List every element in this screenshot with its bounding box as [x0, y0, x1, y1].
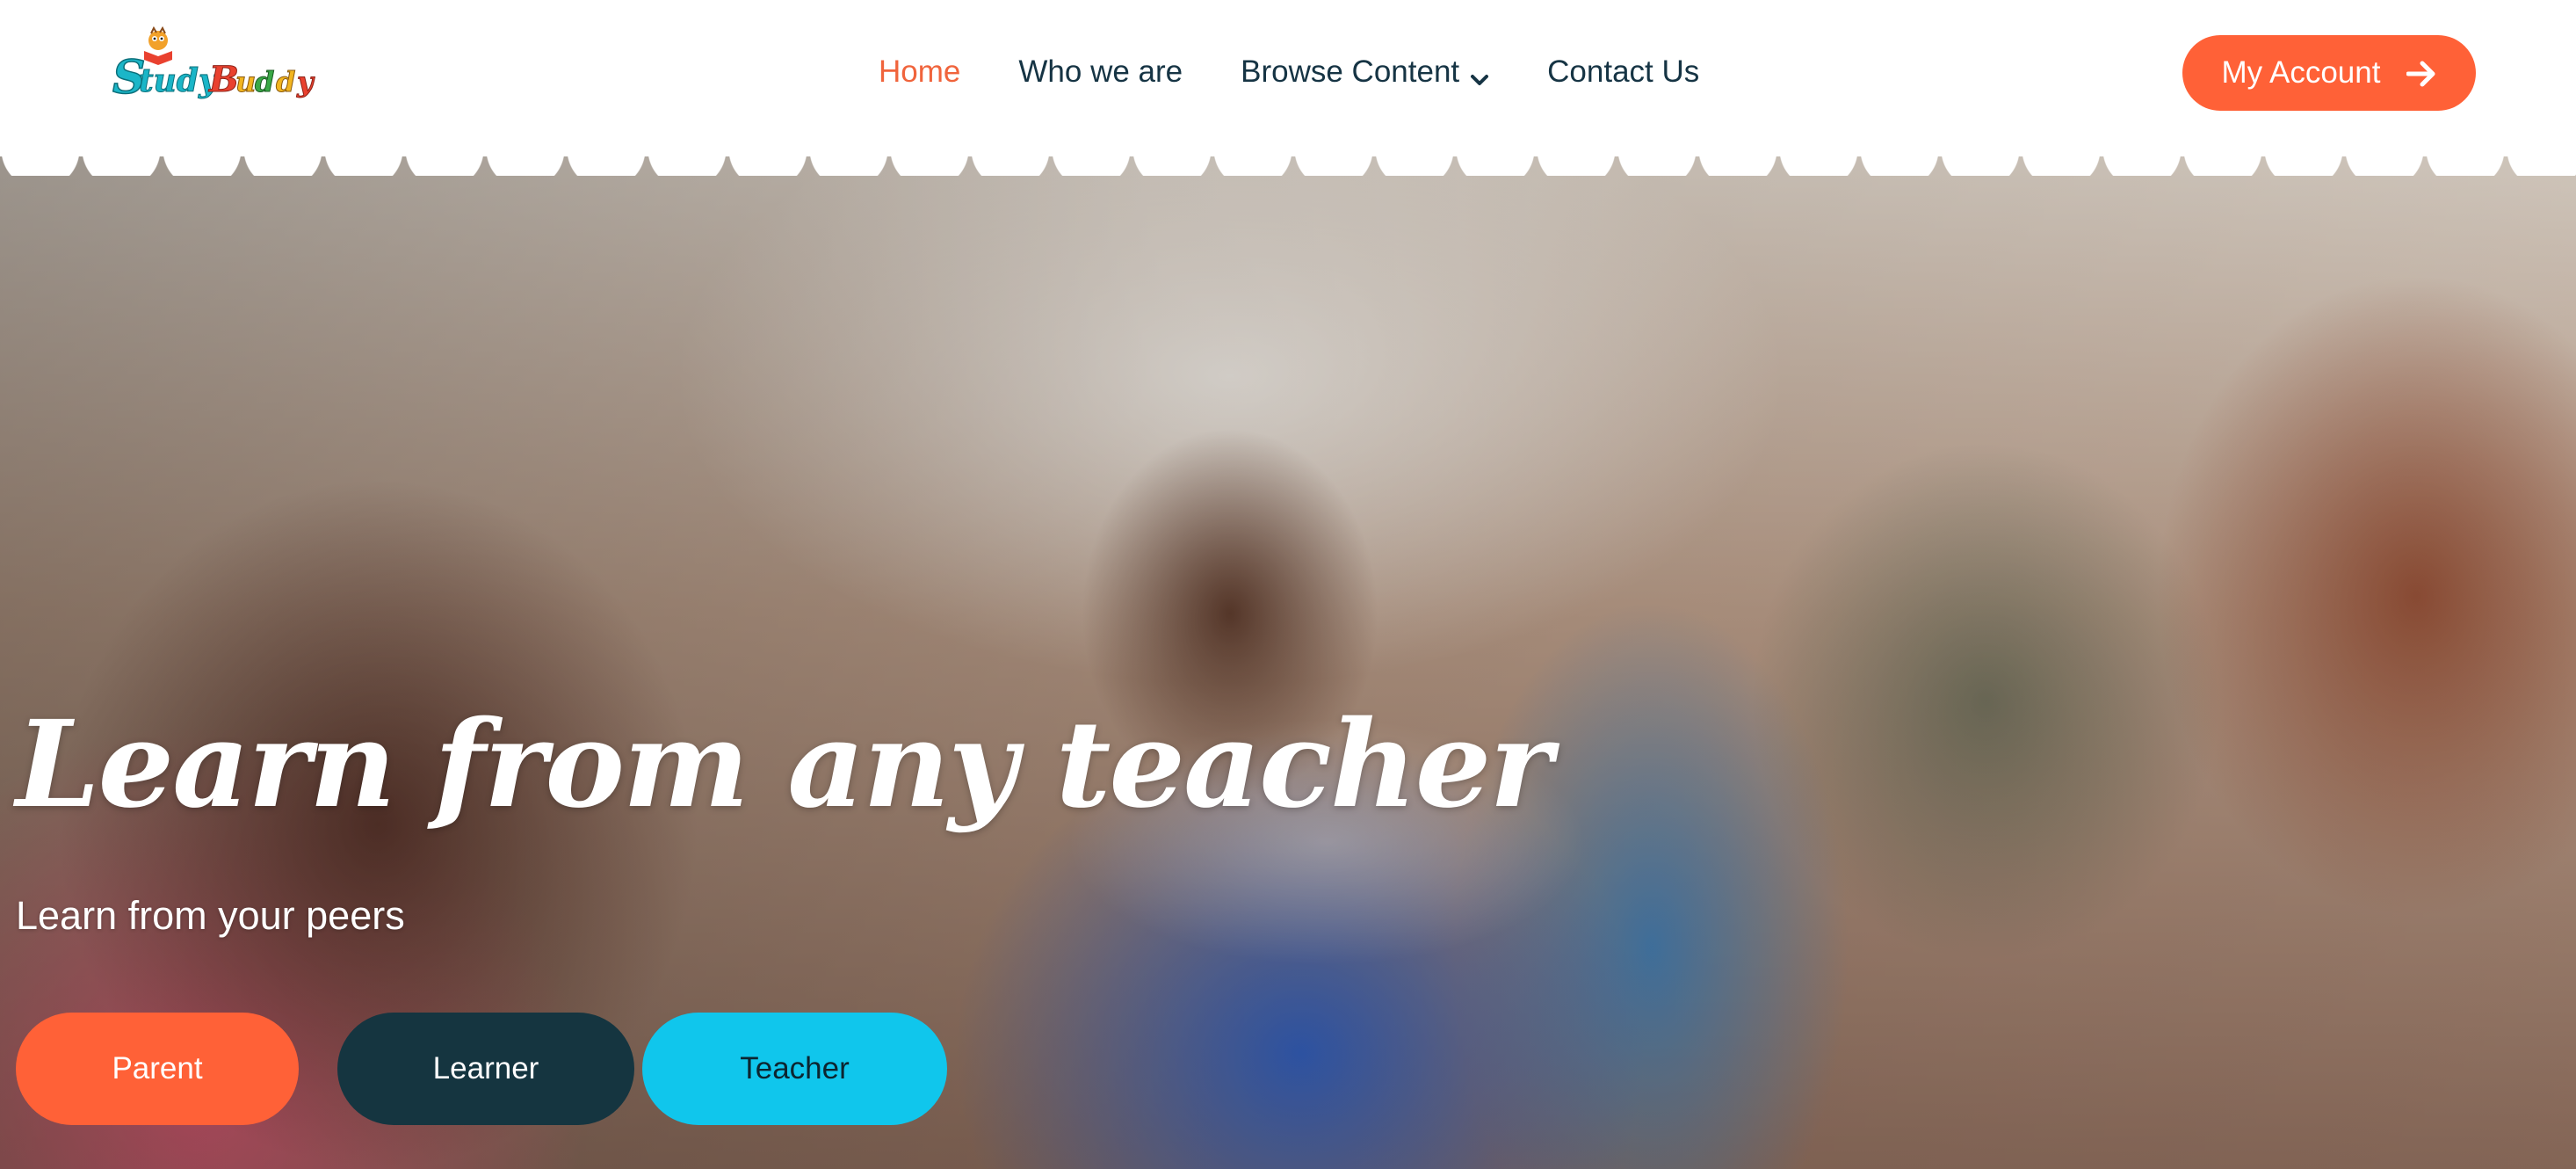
svg-text:B: B — [208, 59, 239, 100]
nav-item-label: Contact Us — [1547, 54, 1700, 89]
studybuddy-logo[interactable]: S tudy B u d d y — [105, 25, 336, 105]
nav-item-browse-content[interactable]: Browse Content — [1241, 54, 1489, 90]
site-header: S tudy B u d d y Home Who we are Browse … — [0, 0, 2576, 156]
main-nav: Home Who we are Browse Content Contact U… — [879, 46, 1757, 98]
svg-text:y: y — [296, 65, 315, 98]
nav-item-who-we-are[interactable]: Who we are — [1018, 54, 1183, 90]
logo-graphic: S tudy B u d d y — [112, 25, 316, 105]
nav-item-label: Home — [879, 54, 961, 89]
my-account-button[interactable]: My Account — [2182, 35, 2476, 111]
chevron-down-icon — [1470, 62, 1489, 85]
svg-text:d: d — [255, 65, 274, 98]
arrow-right-icon — [2406, 60, 2436, 87]
my-account-label: My Account — [2221, 55, 2381, 90]
hero-section: Learn from any teacher Learn from your p… — [0, 156, 2576, 1169]
nav-item-contact-us[interactable]: Contact Us — [1547, 54, 1699, 90]
nav-item-label: Browse Content — [1241, 54, 1460, 89]
svg-text:u: u — [235, 65, 256, 98]
svg-text:d: d — [276, 65, 295, 98]
hero-subtitle: Learn from your peers — [16, 893, 405, 938]
teacher-button[interactable]: Teacher — [642, 1013, 947, 1125]
learner-button[interactable]: Learner — [337, 1013, 634, 1125]
hero-title: Learn from any teacher — [16, 694, 1552, 835]
parent-button[interactable]: Parent — [16, 1013, 299, 1125]
nav-item-home[interactable]: Home — [879, 54, 960, 90]
nav-item-label: Who we are — [1018, 54, 1183, 89]
svg-text:tudy: tudy — [139, 62, 219, 99]
